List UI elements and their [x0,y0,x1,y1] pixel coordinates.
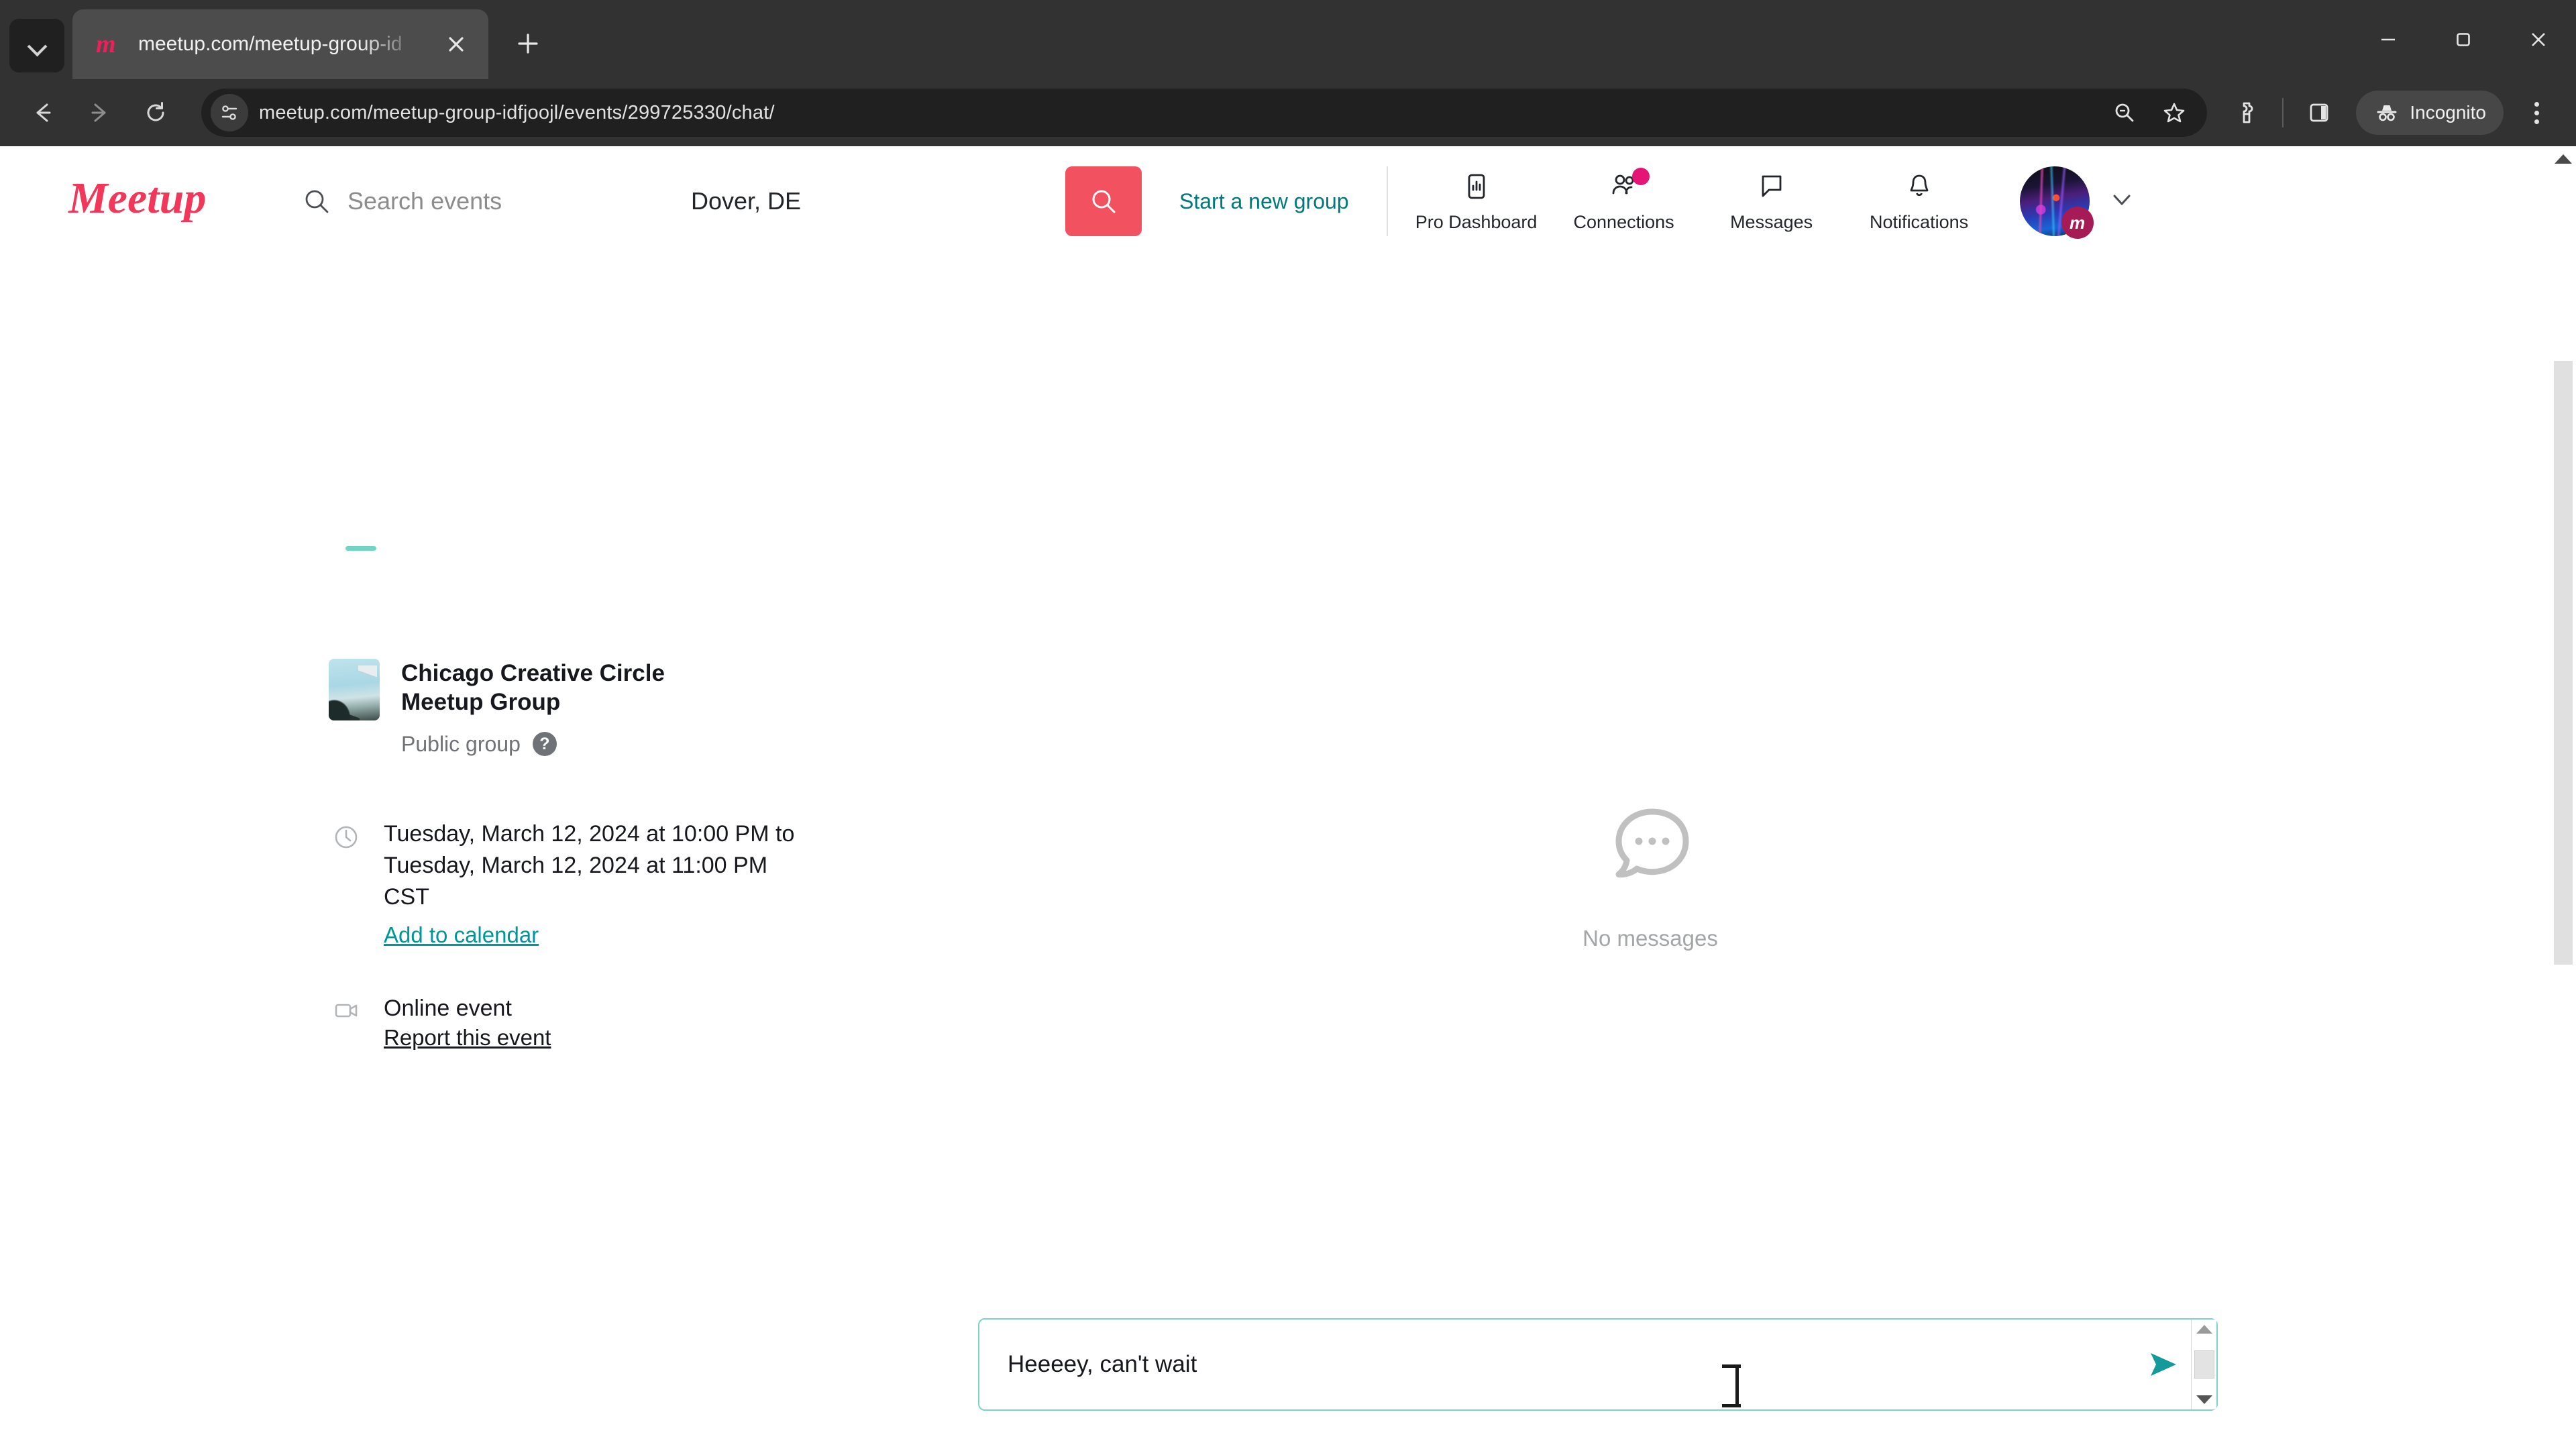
back-arrow-icon[interactable] [17,87,68,138]
side-panel-icon[interactable] [2297,91,2341,135]
search-icon [1088,186,1119,217]
three-dot-menu-icon[interactable] [2514,91,2559,135]
tab-title: meetup.com/meetup-group-id [138,33,402,55]
start-a-new-group-link[interactable]: Start a new group [1179,189,1349,214]
group-privacy: Public group ? [401,732,716,757]
minimize-icon[interactable] [2351,0,2426,79]
search-input[interactable]: Search events [302,186,678,216]
svg-text:Meetup: Meetup [68,174,206,223]
nav-label: Messages [1730,211,1813,232]
scroll-down-arrow[interactable] [2196,1395,2212,1404]
video-camera-icon [329,991,364,1025]
nav-label: Connections [1573,211,1674,232]
message-composer[interactable]: Heeeey, can't wait [978,1318,2218,1411]
omnibox-actions [2104,92,2195,133]
avatar[interactable]: m [2019,166,2094,239]
clock-icon [329,818,364,852]
nav-item-connections[interactable]: Connections [1550,167,1698,233]
toolbar-divider [2282,98,2284,127]
url-text: meetup.com/meetup-group-idfjoojl/events/… [259,101,775,123]
new-tab-button[interactable] [504,20,551,67]
meetup-favicon: m [94,30,123,59]
chat-bubble-ellipsis-icon [1600,800,1701,900]
textarea-scrollbar[interactable] [2191,1320,2216,1409]
event-location-row: Online event [329,991,879,1025]
chevron-down-icon [28,37,46,54]
page-scrollbar[interactable] [2551,146,2576,1449]
notifications-bell-icon [1903,170,1935,203]
group-summary-text: Chicago Creative Circle Meetup Group Pub… [401,659,716,757]
send-arrow-icon[interactable] [2143,1320,2191,1409]
address-bar[interactable]: meetup.com/meetup-group-idfjoojl/events/… [201,89,2208,137]
event-datetime-text-wrap: Tuesday, March 12, 2024 at 10:00 PM to T… [384,818,800,950]
meetup-site-header: Meetup Search events Dover, DE Start a n… [0,146,2576,256]
forward-arrow-icon[interactable] [74,87,125,138]
group-summary[interactable]: Chicago Creative Circle Meetup Group Pub… [329,659,879,757]
scroll-up-arrow[interactable] [2196,1325,2212,1334]
location-input[interactable]: Dover, DE [691,187,1053,215]
star-icon[interactable] [2153,92,2195,133]
page-scroll-thumb[interactable] [2554,361,2573,965]
notification-badge [1631,167,1650,185]
avatar-meetup-badge: m [2061,207,2094,239]
tab-strip: m meetup.com/meetup-group-id [0,0,2576,79]
chat-empty-state: No messages [1449,800,1851,951]
group-name: Chicago Creative Circle Meetup Group [401,660,665,716]
extensions-puzzle-icon[interactable] [2224,91,2269,135]
messages-chat-bubble-icon [1756,170,1788,203]
nav-item-notifications[interactable]: Notifications [1845,170,1993,233]
event-datetime-row: Tuesday, March 12, 2024 at 10:00 PM to T… [329,818,879,950]
page-scroll-up-arrow[interactable] [2555,154,2572,164]
header-nav-items: Pro Dashboard Connections Messages Notif… [1403,167,1993,233]
incognito-hat-icon [2373,99,2400,126]
tune-settings-icon[interactable] [211,94,248,131]
pro-dashboard-chart-icon [1460,170,1493,203]
close-icon[interactable] [439,27,474,62]
search-placeholder: Search events [347,187,502,215]
text-cursor [1722,1364,1741,1407]
browser-tab[interactable]: m meetup.com/meetup-group-id [72,9,488,79]
nav-label: Notifications [1870,211,1969,232]
meetup-wordmark-logo[interactable]: Meetup [67,171,241,232]
scrolled-divider-accent [345,546,376,551]
nav-item-pro-dashboard[interactable]: Pro Dashboard [1403,170,1550,233]
chevron-down-icon[interactable] [2107,185,2137,218]
window-close-icon[interactable] [2501,0,2576,79]
group-photo-thumbnail [329,659,380,720]
tab-search-button[interactable] [9,19,64,72]
no-messages-label: No messages [1582,926,1718,951]
search-icon [302,186,331,216]
incognito-label: Incognito [2410,102,2486,123]
add-to-calendar-link[interactable]: Add to calendar [384,920,800,951]
incognito-indicator[interactable]: Incognito [2356,91,2504,135]
window-controls [2351,0,2576,79]
group-privacy-label: Public group [401,731,521,756]
textarea-scroll-thumb[interactable] [2194,1350,2214,1379]
event-location-label: Online event [384,995,512,1021]
browser-toolbar: meetup.com/meetup-group-idfjoojl/events/… [0,79,2576,146]
message-input[interactable]: Heeeey, can't wait [979,1320,2143,1409]
nav-label: Pro Dashboard [1415,211,1538,232]
maximize-icon[interactable] [2426,0,2501,79]
header-divider [1386,166,1388,236]
question-mark-icon[interactable]: ? [532,732,557,757]
report-this-event-link[interactable]: Report this event [384,1025,551,1050]
search-submit-button[interactable] [1065,166,1142,236]
browser-chrome: m meetup.com/meetup-group-id meetup.com/… [0,0,2576,146]
event-details-panel: Chicago Creative Circle Meetup Group Pub… [329,659,879,1051]
event-datetime-text: Tuesday, March 12, 2024 at 10:00 PM to T… [384,820,795,910]
nav-item-messages[interactable]: Messages [1698,170,1845,233]
reload-icon[interactable] [130,87,181,138]
search-zoom-icon[interactable] [2104,92,2145,133]
svg-text:m: m [96,30,116,58]
page-viewport: Meetup Search events Dover, DE Start a n… [0,146,2576,1449]
